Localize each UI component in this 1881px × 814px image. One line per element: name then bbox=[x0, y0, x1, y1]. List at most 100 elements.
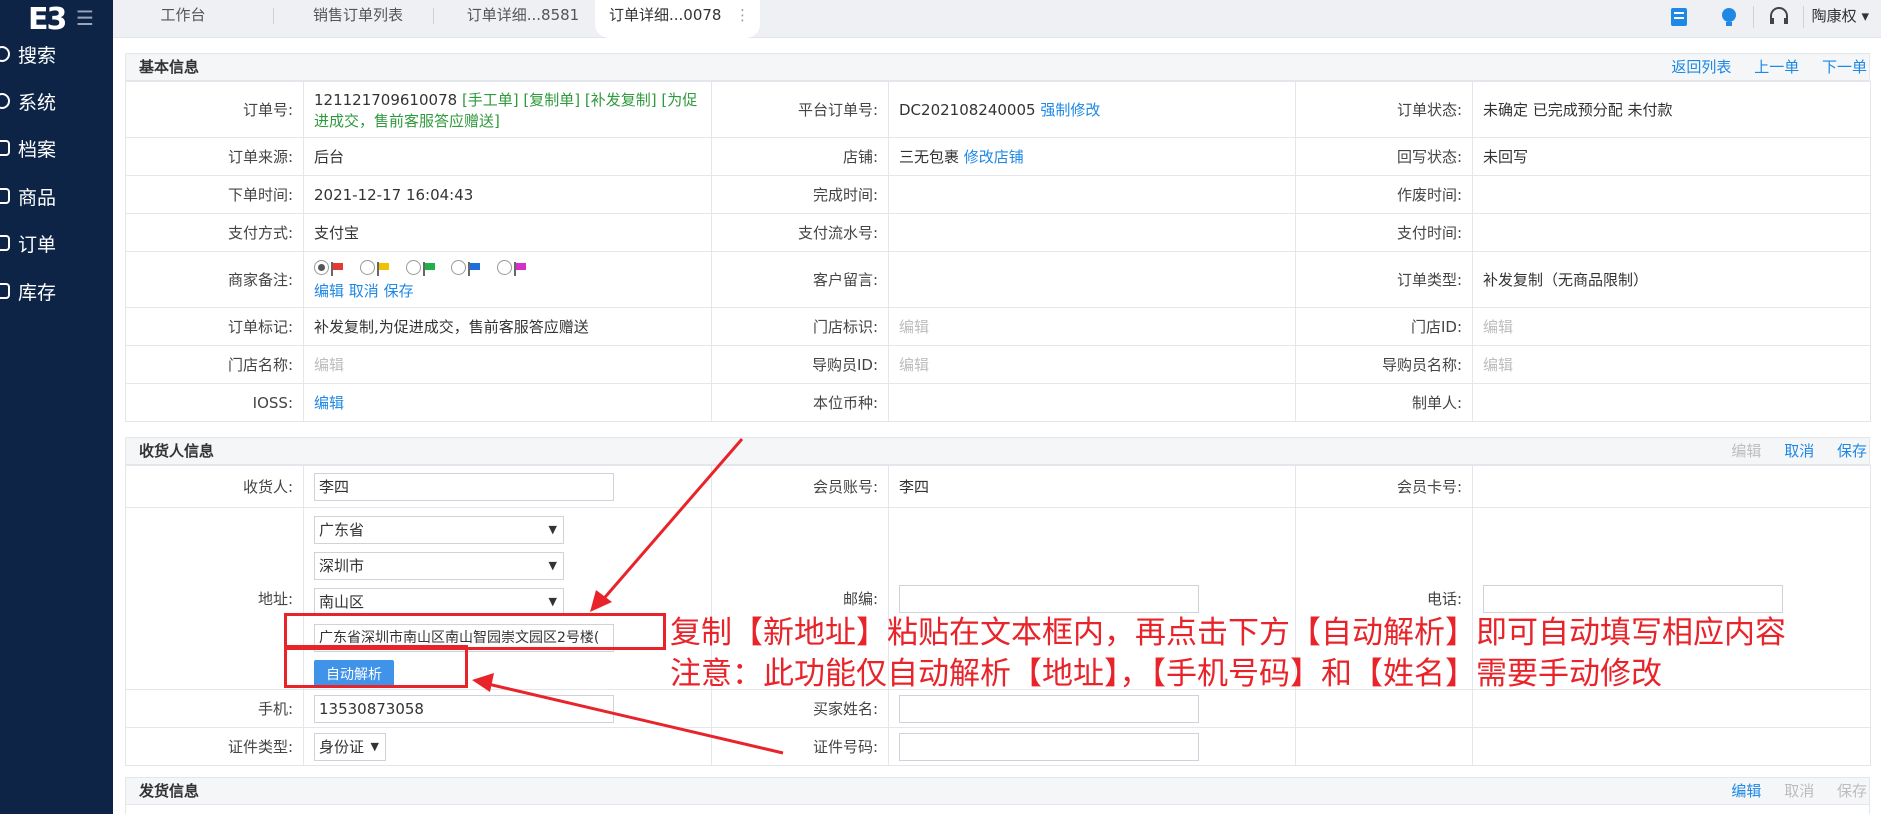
order-status: 未确定 已完成预分配 未付款 bbox=[1472, 81, 1871, 138]
back-to-list-link[interactable]: 返回列表 bbox=[1671, 58, 1731, 76]
header-divider bbox=[1803, 6, 1804, 28]
annotation-text-line2: 注意：此功能仅自动解析【地址】，【手机号码】和【姓名】需要手动修改 bbox=[670, 656, 1662, 692]
table-row: 收货人: 李四 会员账号: 李四 会员卡号: bbox=[125, 465, 1871, 508]
id-type-label: 证件类型: bbox=[125, 727, 304, 766]
annotation-text-line1: 复制【新地址】粘贴在文本框内，再点击下方【自动解析】即可自动填写相应内容 bbox=[670, 615, 1786, 651]
note-save-link[interactable]: 保存 bbox=[384, 282, 414, 300]
receiver-cancel-link[interactable]: 取消 bbox=[1784, 442, 1814, 460]
receiver-name-input[interactable]: 李四 bbox=[314, 472, 614, 501]
next-order-link[interactable]: 下一单 bbox=[1822, 58, 1867, 76]
merchant-note-label: 商家备注: bbox=[125, 251, 304, 308]
district-value: 南山区 bbox=[319, 592, 365, 611]
shipping-cancel-link[interactable]: 取消 bbox=[1784, 782, 1814, 800]
table-row: 订单标记: 补发复制,为促进成交，售前客服答应赠送 门店标识: 编辑 门店ID:… bbox=[125, 307, 1871, 346]
force-edit-link[interactable]: 强制修改 bbox=[1040, 101, 1100, 119]
order-time: 2021-12-17 16:04:43 bbox=[303, 175, 712, 214]
tab-sales-orders[interactable]: 销售订单列表 bbox=[288, 0, 428, 30]
app-logo: E3 bbox=[28, 2, 67, 37]
sidebar: E3 ☰ 搜索 系统 档案 商品 订单 库存 bbox=[0, 0, 113, 814]
caret-down-icon: ▼ bbox=[548, 558, 557, 572]
sidebar-item-archive[interactable]: 档案 bbox=[0, 128, 56, 168]
platform-no-label: 平台订单号: bbox=[711, 81, 889, 138]
flag-radio-red[interactable] bbox=[314, 260, 329, 275]
district-select[interactable]: 南山区 ▼ bbox=[314, 587, 564, 616]
order-type-label: 订单类型: bbox=[1295, 251, 1473, 308]
note-edit-link[interactable]: 编辑 bbox=[314, 282, 344, 300]
basic-info-table: 订单号: 121121709610078 [手工单] [复制单] [补发复制] … bbox=[125, 81, 1871, 422]
note-cancel-link[interactable]: 取消 bbox=[349, 282, 379, 300]
shop-label: 店铺: bbox=[711, 137, 889, 176]
table-row: 支付方式: 支付宝 支付流水号: 支付时间: bbox=[125, 213, 1871, 252]
sidebar-item-label: 系统 bbox=[18, 91, 57, 114]
flag-radio-green[interactable] bbox=[405, 260, 421, 275]
box-icon bbox=[0, 188, 10, 204]
order-icon bbox=[0, 235, 10, 251]
archive-icon bbox=[0, 140, 10, 156]
tab-order-detail-8581[interactable]: 订单详细...8581 bbox=[448, 0, 598, 30]
store-name-edit[interactable]: 编辑 bbox=[303, 345, 712, 384]
headset-icon[interactable] bbox=[1768, 6, 1790, 28]
empty-cell bbox=[1295, 727, 1473, 766]
yellow-flag-icon bbox=[376, 261, 391, 276]
bulb-icon[interactable] bbox=[1718, 6, 1740, 28]
void-time bbox=[1472, 175, 1871, 214]
receiver-edit-link[interactable]: 编辑 bbox=[1731, 442, 1761, 460]
shop-cell: 三无包裹 修改店铺 bbox=[888, 137, 1296, 176]
store-id-label: 门店ID: bbox=[1295, 307, 1473, 346]
empty-cell bbox=[1472, 727, 1871, 766]
tab-order-detail-0078[interactable]: 订单详细...0078 ⋮ bbox=[595, 0, 760, 38]
flag-radio-yellow[interactable] bbox=[359, 260, 375, 275]
sidebar-item-order[interactable]: 订单 bbox=[0, 223, 56, 263]
tab-workbench[interactable]: 工作台 bbox=[133, 0, 233, 30]
note-actions: 编辑 取消 保存 bbox=[314, 280, 701, 301]
sidebar-item-goods[interactable]: 商品 bbox=[0, 176, 56, 216]
flag-radio-blue[interactable] bbox=[451, 260, 467, 275]
id-no-input[interactable] bbox=[899, 732, 1199, 761]
card-label: 会员卡号: bbox=[1295, 465, 1473, 508]
tab-label: 订单详细...0078 bbox=[609, 6, 722, 24]
menu-collapse-icon[interactable]: ☰ bbox=[76, 6, 94, 30]
store-tag-edit[interactable]: 编辑 bbox=[888, 307, 1296, 346]
ioss-edit-link[interactable]: 编辑 bbox=[303, 383, 712, 422]
tab-bar: 工作台 销售订单列表 订单详细...8581 订单详细...0078 ⋮ 陶康权 … bbox=[113, 0, 1881, 38]
receiver-name-cell: 李四 bbox=[303, 465, 712, 508]
receiver-save-link[interactable]: 保存 bbox=[1837, 442, 1867, 460]
guide-id-label: 导购员ID: bbox=[711, 345, 889, 384]
mobile-input[interactable]: 13530873058 bbox=[314, 694, 614, 723]
guide-id-edit[interactable]: 编辑 bbox=[888, 345, 1296, 384]
id-type-cell: 身份证 ▼ bbox=[303, 727, 712, 766]
order-no: 121121709610078 bbox=[314, 90, 458, 109]
void-time-label: 作废时间: bbox=[1295, 175, 1473, 214]
user-menu[interactable]: 陶康权 ▾ bbox=[1812, 5, 1869, 26]
sidebar-item-stock[interactable]: 库存 bbox=[0, 271, 56, 311]
sidebar-item-system[interactable]: 系统 bbox=[0, 81, 56, 121]
table-row: 门店名称: 编辑 导购员ID: 编辑 导购员名称: 编辑 bbox=[125, 345, 1871, 384]
tab-more-icon[interactable]: ⋮ bbox=[735, 0, 750, 30]
shipping-edit-link[interactable]: 编辑 bbox=[1731, 782, 1761, 800]
section-title: 收货人信息 bbox=[139, 442, 215, 460]
flag-radio-purple[interactable] bbox=[497, 260, 513, 275]
prev-order-link[interactable]: 上一单 bbox=[1754, 58, 1799, 76]
finish-time bbox=[888, 175, 1296, 214]
sidebar-item-label: 订单 bbox=[18, 233, 57, 256]
store-id-edit[interactable]: 编辑 bbox=[1472, 307, 1871, 346]
id-type-select[interactable]: 身份证 ▼ bbox=[314, 732, 386, 761]
id-no-label: 证件号码: bbox=[711, 727, 889, 766]
section-title: 发货信息 bbox=[139, 782, 200, 800]
tab-divider bbox=[273, 8, 274, 24]
caret-down-icon: ▼ bbox=[370, 739, 379, 753]
shipping-save-link[interactable]: 保存 bbox=[1837, 782, 1867, 800]
search-icon bbox=[0, 46, 10, 62]
order-time-label: 下单时间: bbox=[125, 175, 304, 214]
city-select[interactable]: 深圳市 ▼ bbox=[314, 551, 564, 580]
pay-serial-label: 支付流水号: bbox=[711, 213, 889, 252]
buyer-name-input[interactable] bbox=[899, 694, 1199, 723]
sidebar-item-search[interactable]: 搜索 bbox=[0, 34, 56, 74]
notebook-icon[interactable] bbox=[1668, 6, 1690, 28]
buyer-label: 买家姓名: bbox=[711, 689, 889, 728]
edit-shop-link[interactable]: 修改店铺 bbox=[964, 148, 1024, 166]
shop-name: 三无包裹 bbox=[899, 148, 960, 166]
flag-options bbox=[314, 258, 701, 276]
province-select[interactable]: 广东省 ▼ bbox=[314, 515, 564, 544]
guide-name-edit[interactable]: 编辑 bbox=[1472, 345, 1871, 384]
